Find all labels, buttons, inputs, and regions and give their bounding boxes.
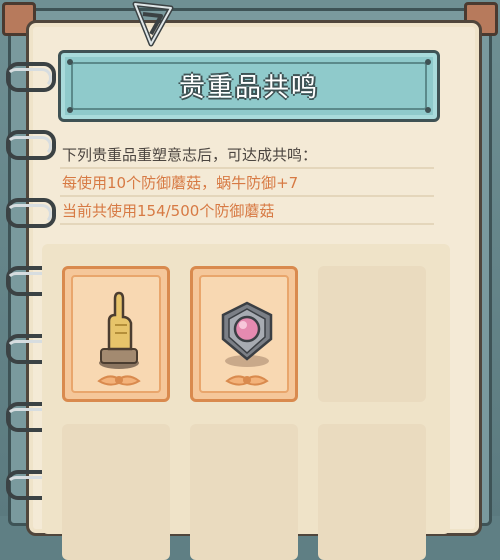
relic-slot-golden-hand[interactable] — [62, 266, 170, 402]
screw-icon — [67, 59, 73, 65]
relic-slot-empty[interactable] — [318, 424, 426, 560]
resonance-intro-text: 下列贵重品重塑意志后，可达成共鸣： — [62, 146, 318, 164]
resonance-bonus-text: 每使用10个防御蘑菇，蜗牛防御+7 — [62, 174, 299, 192]
page-title: 贵重品共鸣 — [178, 73, 319, 103]
relic-slot-empty[interactable] — [62, 424, 170, 560]
screw-icon — [425, 59, 431, 65]
binder-ring — [6, 130, 56, 160]
screw-icon — [67, 107, 73, 113]
title-banner: 贵重品共鸣 — [58, 50, 440, 122]
binder-ring — [6, 198, 56, 228]
relic-slot-empty[interactable] — [190, 424, 298, 560]
gem-shield-icon — [221, 301, 273, 386]
golden-hand-statue-icon — [97, 291, 141, 386]
binder-ring — [6, 62, 56, 92]
paper-clip-icon — [132, 1, 174, 47]
screw-icon — [425, 107, 431, 113]
relic-slot-gem-shield[interactable] — [190, 266, 298, 402]
resonance-progress-text: 当前共使用154/500个防御蘑菇 — [62, 202, 275, 220]
relic-slot-empty[interactable] — [318, 266, 426, 402]
